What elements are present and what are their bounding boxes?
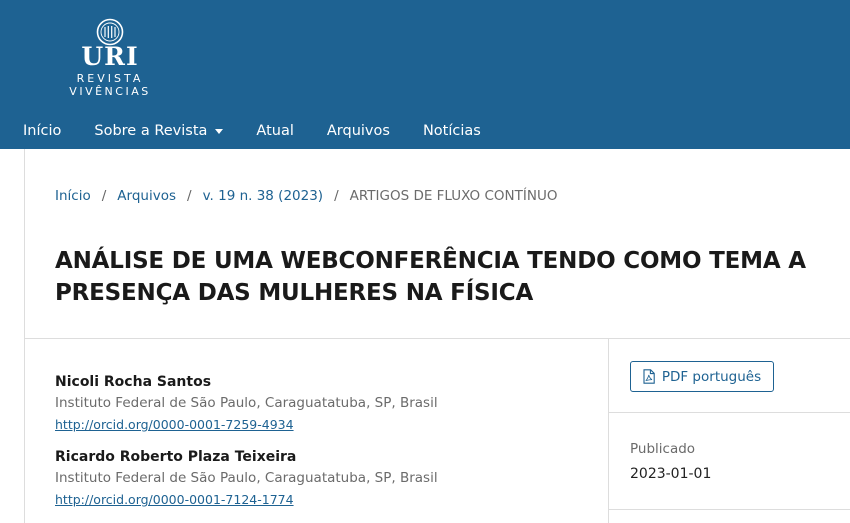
title-line-1: ANÁLISE DE UMA WEBCONFERÊNCIA TENDO COMO… — [55, 248, 806, 274]
site-header: URI REVISTA VIVÊNCIAS Início Sobre a Rev… — [0, 0, 850, 149]
author-entry: Nicoli Rocha Santos Instituto Federal de… — [55, 372, 595, 436]
file-pdf-icon — [643, 369, 655, 384]
author-affiliation: Instituto Federal de São Paulo, Caraguat… — [55, 470, 438, 486]
nav-label: Notícias — [422, 122, 481, 139]
breadcrumb: Início / Arquivos / v. 19 n. 38 (2023) /… — [55, 188, 557, 204]
nav-item-sobre[interactable]: Sobre a Revista — [94, 122, 224, 139]
breadcrumb-separator: / — [334, 188, 339, 204]
nav-label: Atual — [256, 122, 294, 139]
pdf-download-button[interactable]: PDF português — [630, 361, 774, 392]
section-divider — [24, 338, 850, 339]
author-orcid-link[interactable]: http://orcid.org/0000-0001-7259-4934 — [55, 414, 294, 436]
chevron-down-icon — [215, 129, 224, 134]
breadcrumb-separator: / — [101, 188, 107, 204]
logo-line2: VIVÊNCIAS — [69, 85, 151, 98]
author-orcid-link[interactable]: http://orcid.org/0000-0001-7124-1774 — [55, 489, 294, 511]
article-title: ANÁLISE DE UMA WEBCONFERÊNCIA TENDO COMO… — [55, 245, 825, 309]
author-affiliation: Instituto Federal de São Paulo, Caraguat… — [55, 395, 438, 411]
nav-item-arquivos[interactable]: Arquivos — [327, 123, 390, 139]
nav-label: Início — [23, 122, 62, 139]
author-entry: Ricardo Roberto Plaza Teixeira Instituto… — [55, 447, 595, 511]
author-name: Ricardo Roberto Plaza Teixeira — [55, 449, 297, 465]
column-divider — [608, 338, 609, 523]
nav-item-noticias[interactable]: Notícias — [423, 123, 481, 139]
author-list: Nicoli Rocha Santos Instituto Federal de… — [55, 372, 595, 522]
nav-item-atual[interactable]: Atual — [256, 123, 293, 139]
sidebar-divider — [609, 509, 850, 510]
published-label: Publicado — [630, 441, 696, 457]
breadcrumb-arquivos[interactable]: Arquivos — [117, 188, 176, 204]
nav-label: Arquivos — [326, 122, 390, 139]
nav-item-inicio[interactable]: Início — [23, 123, 61, 139]
logo-main-text: URI — [81, 42, 139, 71]
title-line-2: PRESENÇA DAS MULHERES NA FÍSICA — [55, 280, 534, 306]
author-name: Nicoli Rocha Santos — [55, 374, 212, 390]
breadcrumb-separator: / — [187, 188, 192, 204]
journal-logo[interactable]: URI REVISTA VIVÊNCIAS — [58, 16, 162, 100]
nav-label: Sobre a Revista — [94, 122, 208, 139]
main-nav: Início Sobre a Revista Atual Arquivos No… — [0, 112, 491, 149]
logo-line1: REVISTA — [76, 72, 144, 85]
breadcrumb-issue[interactable]: v. 19 n. 38 (2023) — [203, 188, 324, 204]
breadcrumb-inicio[interactable]: Início — [55, 188, 91, 204]
breadcrumb-current: ARTIGOS DE FLUXO CONTÍNUO — [349, 188, 558, 204]
published-date: 2023-01-01 — [630, 466, 712, 482]
pdf-button-label: PDF português — [661, 368, 762, 385]
sidebar-divider — [609, 412, 850, 413]
